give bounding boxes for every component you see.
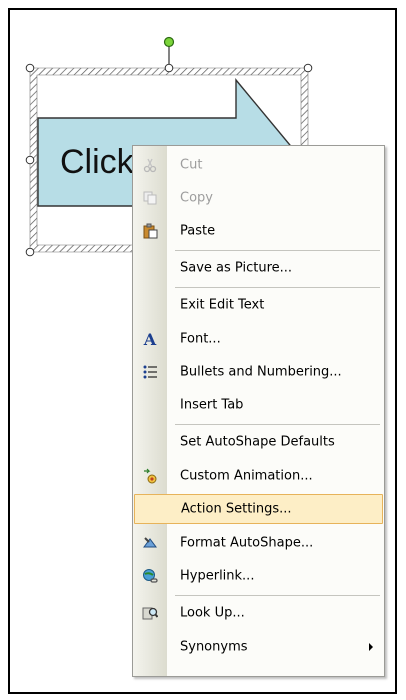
menu-item-hyperlink[interactable]: Hyperlink... [134,561,383,591]
format-autoshape-icon [141,534,159,552]
menu-item-label: Set AutoShape Defaults [180,434,335,450]
menu-item-label: Cut [180,157,203,173]
menu-item-label: Insert Tab [180,397,244,413]
menu-separator [175,250,380,251]
menu-item-label: Copy [180,190,213,206]
hyperlink-icon [141,567,159,585]
menu-item-synonyms[interactable]: Synonyms [134,632,383,662]
menu-item-exit-edit-text[interactable]: Exit Edit Text [134,290,383,320]
menu-separator [175,424,380,425]
menu-item-look-up[interactable]: Look Up... [134,598,383,628]
menu-item-label: Save as Picture... [180,260,293,276]
context-menu: Cut Copy Paste Save as Picture... Exit E… [132,145,385,677]
menu-item-label: Hyperlink... [180,568,255,584]
menu-item-label: Look Up... [180,605,245,621]
menu-item-custom-animation[interactable]: Custom Animation... [134,461,383,491]
rotation-handle [163,36,175,48]
menu-item-label: Format AutoShape... [180,535,314,551]
menu-item-bullets-and-numbering[interactable]: Bullets and Numbering... [134,357,383,387]
menu-item-label: Bullets and Numbering... [180,364,342,380]
menu-item-label: Action Settings... [181,501,292,517]
menu-item-insert-tab[interactable]: Insert Tab [134,390,383,420]
submenu-arrow-icon [369,643,373,651]
menu-separator [175,287,380,288]
research-icon [141,604,159,622]
menu-item-copy[interactable]: Copy [134,183,383,213]
copy-icon [141,189,159,207]
menu-item-label: Exit Edit Text [180,297,265,313]
shape-text[interactable]: Click [60,143,140,182]
menu-item-label: Font... [180,331,221,347]
menu-item-label: Custom Animation... [180,468,313,484]
bullets-icon [141,363,159,381]
menu-item-set-autoshape-defaults[interactable]: Set AutoShape Defaults [134,427,383,457]
menu-item-cut[interactable]: Cut [134,150,383,180]
font-icon: A [143,329,157,349]
menu-separator [175,595,380,596]
menu-item-label: Paste [180,223,216,239]
paste-icon [141,222,159,240]
scissors-icon [141,156,159,174]
menu-item-font[interactable]: A Font... [134,324,383,354]
menu-item-paste[interactable]: Paste [134,216,383,246]
menu-item-format-autoshape[interactable]: Format AutoShape... [134,528,383,558]
custom-animation-icon [141,467,159,485]
menu-item-action-settings[interactable]: Action Settings... [134,494,383,524]
menu-item-save-as-picture[interactable]: Save as Picture... [134,253,383,283]
menu-item-label: Synonyms [180,639,248,655]
